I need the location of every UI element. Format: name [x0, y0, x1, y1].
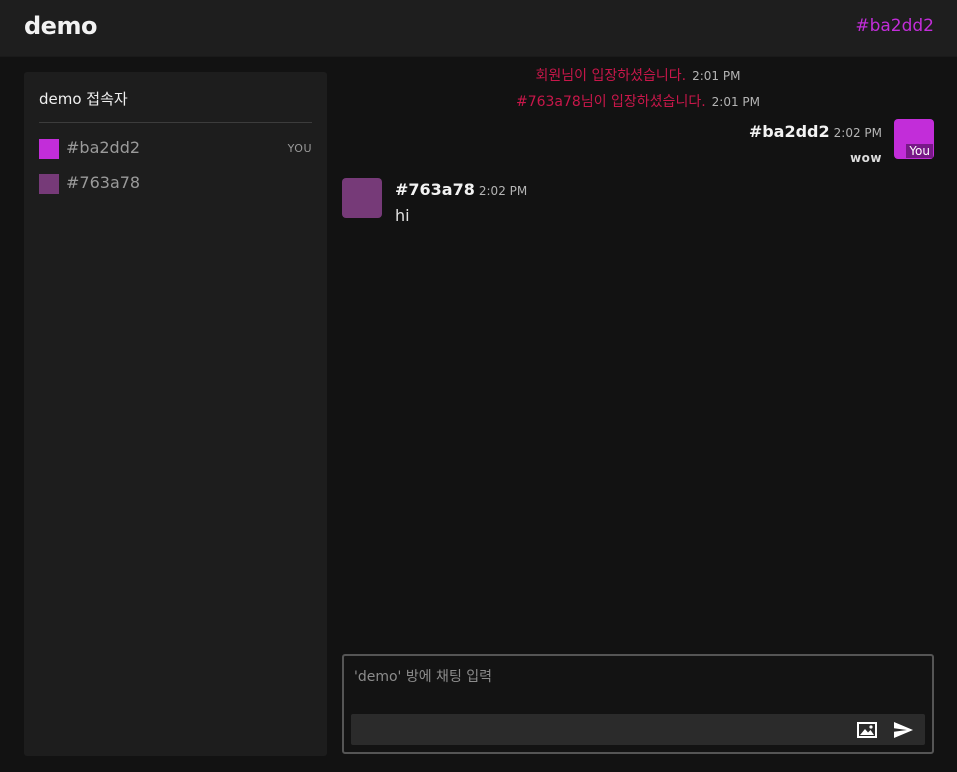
participant-item[interactable]: #763a78 — [39, 173, 312, 195]
message-composer — [342, 654, 934, 754]
participant-name: #763a78 — [66, 173, 141, 192]
chat-area: 회원님이 입장하셨습니다. 2:01 PM #763a78님이 입장하셨습니다. 2… — [342, 57, 934, 657]
message-text: hi — [395, 206, 410, 225]
my-message: You #ba2dd2 2:02 PM wow — [534, 119, 934, 169]
other-message: #763a78 2:02 PM hi — [342, 178, 742, 228]
user-color-swatch — [39, 174, 59, 194]
avatar — [342, 178, 382, 218]
system-message-text: 회원님이 입장하셨습니다. — [535, 68, 687, 84]
message-meta: #763a78 2:02 PM — [395, 180, 527, 199]
message-meta: #ba2dd2 2:02 PM — [749, 122, 882, 141]
system-message-text: #763a78님이 입장하셨습니다. — [515, 94, 706, 110]
app-title: demo — [24, 12, 97, 40]
system-message-time: 2:01 PM — [711, 95, 761, 109]
chat-input[interactable] — [352, 664, 924, 708]
participant-item[interactable]: #ba2dd2 YOU — [39, 138, 312, 160]
message-sender: #763a78 — [395, 180, 475, 199]
message-sender: #ba2dd2 — [748, 122, 830, 141]
my-user-id: #ba2dd2 — [855, 16, 934, 36]
you-badge: YOU — [287, 142, 312, 155]
send-icon[interactable] — [892, 719, 914, 741]
message-time: 2:02 PM — [833, 126, 882, 140]
system-message-time: 2:01 PM — [692, 69, 741, 83]
you-avatar-tag: You — [906, 144, 933, 158]
system-message: #763a78님이 입장하셨습니다. 2:01 PM — [342, 91, 934, 111]
message-time: 2:02 PM — [478, 184, 528, 198]
message-text: wow — [850, 151, 882, 165]
participant-name: #ba2dd2 — [66, 138, 141, 157]
avatar: You — [894, 119, 934, 159]
system-message: 회원님이 입장하셨습니다. 2:01 PM — [342, 65, 934, 85]
user-color-swatch — [39, 139, 59, 159]
composer-toolbar — [351, 714, 925, 745]
image-icon[interactable] — [856, 719, 878, 741]
participants-title: demo 접속자 — [39, 90, 128, 108]
divider — [39, 122, 312, 123]
app-header: demo #ba2dd2 — [0, 0, 957, 57]
participants-panel: demo 접속자 #ba2dd2 YOU #763a78 — [24, 72, 327, 756]
